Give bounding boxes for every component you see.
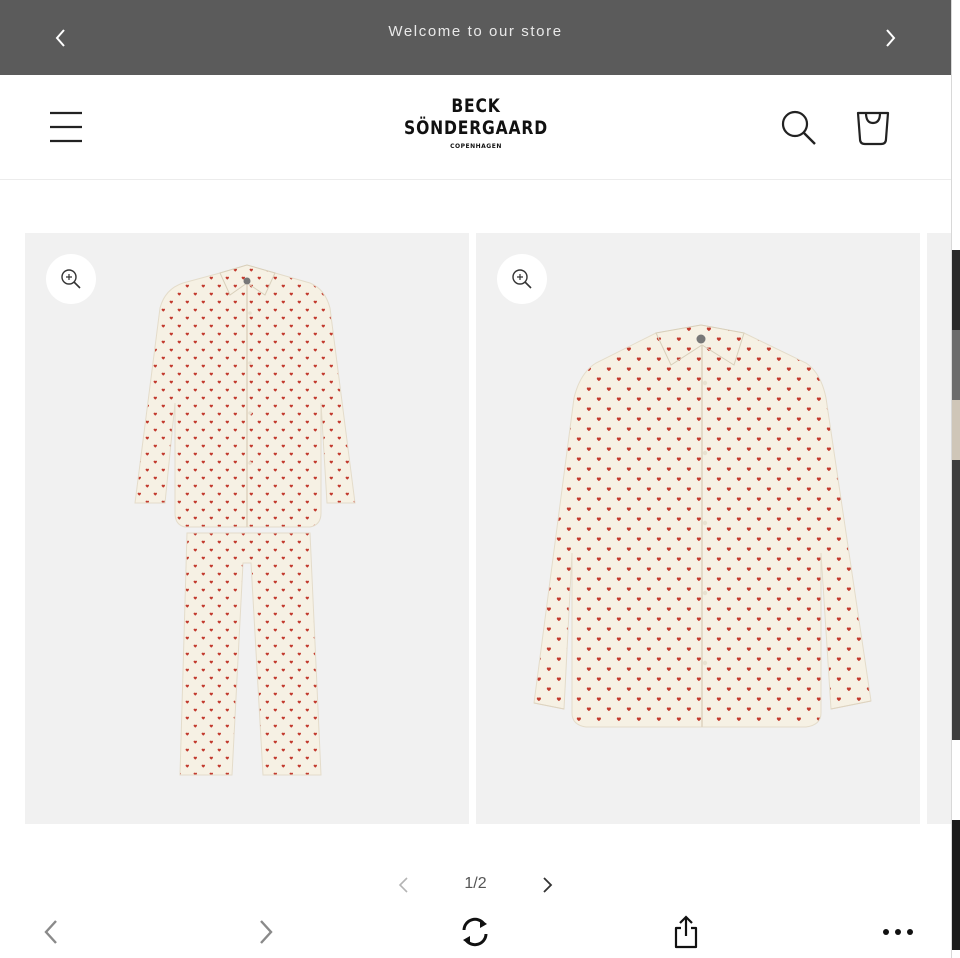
browser-share-button[interactable] xyxy=(666,912,706,952)
browser-forward-button[interactable] xyxy=(245,912,285,952)
browser-more-button[interactable] xyxy=(878,912,918,952)
product-image-pajama-set[interactable] xyxy=(25,233,469,824)
chevron-right-icon xyxy=(886,29,896,47)
site-header: BECK SÖNDERGAARD COPENHAGEN xyxy=(0,75,951,180)
logo-line-3: COPENHAGEN xyxy=(450,143,502,150)
logo-line-1: BECK xyxy=(451,95,501,117)
chevron-right-icon xyxy=(543,877,553,893)
gallery-next-button[interactable] xyxy=(533,873,563,897)
background-window-edge xyxy=(951,0,960,958)
product-gallery[interactable] xyxy=(25,233,951,824)
more-icon xyxy=(883,929,913,935)
back-icon xyxy=(44,920,57,944)
browser-reload-button[interactable] xyxy=(455,912,495,952)
gallery-page-counter: 1/2 xyxy=(464,875,487,892)
forward-icon xyxy=(260,920,273,944)
gallery-pagination: 1/2 xyxy=(388,868,563,902)
search-button[interactable] xyxy=(778,107,818,147)
zoom-button[interactable] xyxy=(497,254,547,304)
announcement-bar: Welcome to our store xyxy=(0,0,951,75)
menu-button[interactable] xyxy=(44,105,88,149)
gallery-prev-button[interactable] xyxy=(388,873,418,897)
product-image-next-partial[interactable] xyxy=(927,233,951,824)
zoom-button[interactable] xyxy=(46,254,96,304)
pajama-shirt-illustration xyxy=(533,324,872,728)
share-icon xyxy=(674,915,698,949)
announcement-message: Welcome to our store xyxy=(388,23,563,40)
zoom-in-icon xyxy=(61,269,81,289)
search-icon xyxy=(781,110,816,145)
pajama-set-illustration xyxy=(134,264,356,776)
reload-icon xyxy=(462,917,488,947)
chevron-left-icon xyxy=(398,877,408,893)
product-image-pajama-shirt[interactable] xyxy=(476,233,920,824)
logo-line-2: SÖNDERGAARD xyxy=(404,117,548,139)
cart-button[interactable] xyxy=(853,107,893,147)
cart-icon xyxy=(856,111,890,146)
announcement-next-button[interactable] xyxy=(872,20,908,56)
hamburger-icon xyxy=(50,111,82,143)
zoom-in-icon xyxy=(512,269,532,289)
brand-logo[interactable]: BECK SÖNDERGAARD COPENHAGEN xyxy=(376,95,576,150)
browser-back-button[interactable] xyxy=(32,912,72,952)
